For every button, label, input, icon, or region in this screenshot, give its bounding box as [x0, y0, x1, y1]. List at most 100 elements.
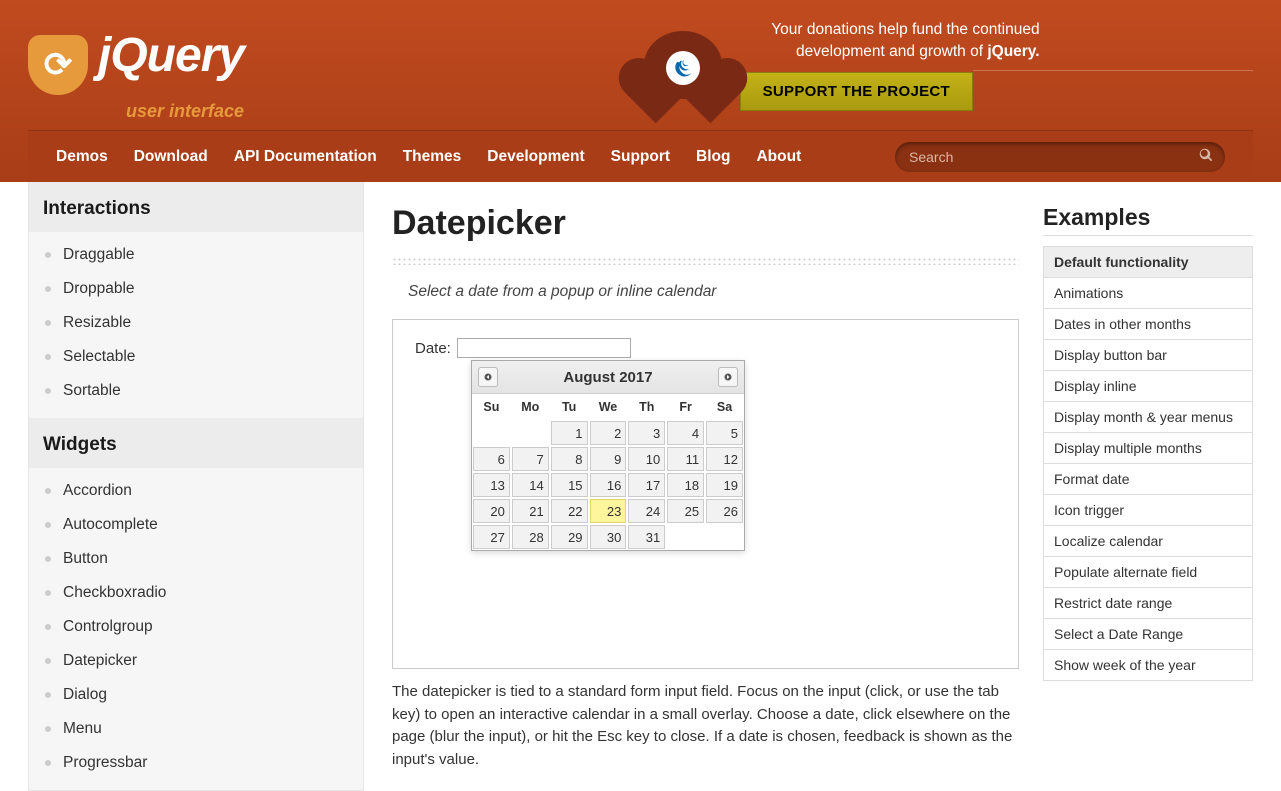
day-empty — [473, 421, 510, 445]
day-16[interactable]: 16 — [590, 473, 627, 497]
example-populate-alternate-field[interactable]: Populate alternate field — [1044, 557, 1252, 588]
day-12[interactable]: 12 — [706, 447, 743, 471]
example-display-inline[interactable]: Display inline — [1044, 371, 1252, 402]
day-18[interactable]: 18 — [667, 473, 704, 497]
day-22[interactable]: 22 — [551, 499, 588, 523]
day-23[interactable]: 23 — [590, 499, 627, 523]
sidebar-item-checkboxradio[interactable]: Checkboxradio — [29, 576, 363, 610]
datepicker-popup: August 2017 SuMoTuWeThFrSa 1234567891011… — [471, 360, 745, 551]
sidebar-item-droppable[interactable]: Droppable — [29, 272, 363, 306]
example-animations[interactable]: Animations — [1044, 278, 1252, 309]
day-11[interactable]: 11 — [667, 447, 704, 471]
nav-demos[interactable]: Demos — [56, 148, 108, 166]
sidebar-item-dialog[interactable]: Dialog — [29, 678, 363, 712]
sidebar-group-interactions: Interactions — [29, 182, 363, 232]
day-empty — [667, 525, 704, 549]
donation-text: Your donations help fund the continued d… — [740, 19, 1040, 62]
day-27[interactable]: 27 — [473, 525, 510, 549]
weekday-fr: Fr — [666, 394, 705, 420]
search-input[interactable] — [895, 142, 1225, 172]
example-format-date[interactable]: Format date — [1044, 464, 1252, 495]
example-icon-trigger[interactable]: Icon trigger — [1044, 495, 1252, 526]
day-1[interactable]: 1 — [551, 421, 588, 445]
weekday-th: Th — [627, 394, 666, 420]
example-restrict-date-range[interactable]: Restrict date range — [1044, 588, 1252, 619]
day-2[interactable]: 2 — [590, 421, 627, 445]
day-empty — [706, 525, 743, 549]
sidebar-item-sortable[interactable]: Sortable — [29, 374, 363, 408]
jquery-icon — [672, 57, 694, 79]
day-25[interactable]: 25 — [667, 499, 704, 523]
datepicker-title: August 2017 — [563, 369, 652, 386]
weekday-mo: Mo — [511, 394, 550, 420]
day-5[interactable]: 5 — [706, 421, 743, 445]
sidebar-item-autocomplete[interactable]: Autocomplete — [29, 508, 363, 542]
day-31[interactable]: 31 — [628, 525, 665, 549]
example-select-a-date-range[interactable]: Select a Date Range — [1044, 619, 1252, 650]
nav-support[interactable]: Support — [611, 148, 670, 166]
divider — [392, 257, 1019, 265]
day-14[interactable]: 14 — [512, 473, 549, 497]
sidebar-item-draggable[interactable]: Draggable — [29, 238, 363, 272]
day-20[interactable]: 20 — [473, 499, 510, 523]
date-input[interactable] — [457, 338, 631, 358]
date-label: Date: — [415, 340, 451, 357]
jquery-ui-logo[interactable]: ⟳ jQuery user interface — [28, 10, 244, 120]
prev-month-button[interactable] — [478, 367, 498, 387]
day-7[interactable]: 7 — [512, 447, 549, 471]
demo-frame: Date: August 2017 SuMoTuWeThFrSa — [392, 319, 1019, 669]
logo-sub-text: user interface — [98, 102, 244, 120]
sidebar: InteractionsDraggableDroppableResizableS… — [28, 182, 364, 791]
sidebar-item-resizable[interactable]: Resizable — [29, 306, 363, 340]
day-21[interactable]: 21 — [512, 499, 549, 523]
day-empty — [512, 421, 549, 445]
day-4[interactable]: 4 — [667, 421, 704, 445]
page-title: Datepicker — [392, 204, 1019, 243]
nav-download[interactable]: Download — [134, 148, 208, 166]
day-3[interactable]: 3 — [628, 421, 665, 445]
weekday-su: Su — [472, 394, 511, 420]
example-display-button-bar[interactable]: Display button bar — [1044, 340, 1252, 371]
weekday-sa: Sa — [705, 394, 744, 420]
day-9[interactable]: 9 — [590, 447, 627, 471]
description-text: The datepicker is tied to a standard for… — [392, 681, 1019, 771]
day-19[interactable]: 19 — [706, 473, 743, 497]
sidebar-group-widgets: Widgets — [29, 418, 363, 468]
day-24[interactable]: 24 — [628, 499, 665, 523]
sidebar-item-datepicker[interactable]: Datepicker — [29, 644, 363, 678]
logo-main-text: jQuery — [98, 10, 244, 100]
day-6[interactable]: 6 — [473, 447, 510, 471]
nav-development[interactable]: Development — [487, 148, 584, 166]
nav-themes[interactable]: Themes — [403, 148, 462, 166]
day-29[interactable]: 29 — [551, 525, 588, 549]
day-8[interactable]: 8 — [551, 447, 588, 471]
subtitle: Select a date from a popup or inline cal… — [408, 283, 1019, 301]
day-10[interactable]: 10 — [628, 447, 665, 471]
search-icon[interactable] — [1199, 148, 1213, 166]
day-13[interactable]: 13 — [473, 473, 510, 497]
next-month-button[interactable] — [718, 367, 738, 387]
day-28[interactable]: 28 — [512, 525, 549, 549]
sidebar-item-accordion[interactable]: Accordion — [29, 474, 363, 508]
example-display-multiple-months[interactable]: Display multiple months — [1044, 433, 1252, 464]
example-show-week-of-the-year[interactable]: Show week of the year — [1044, 650, 1252, 680]
sidebar-item-controlgroup[interactable]: Controlgroup — [29, 610, 363, 644]
example-display-month-year-menus[interactable]: Display month & year menus — [1044, 402, 1252, 433]
example-localize-calendar[interactable]: Localize calendar — [1044, 526, 1252, 557]
heart-icon — [644, 31, 722, 99]
sidebar-item-selectable[interactable]: Selectable — [29, 340, 363, 374]
sidebar-item-button[interactable]: Button — [29, 542, 363, 576]
sidebar-item-progressbar[interactable]: Progressbar — [29, 746, 363, 780]
day-30[interactable]: 30 — [590, 525, 627, 549]
support-project-button[interactable]: SUPPORT THE PROJECT — [740, 72, 973, 111]
day-17[interactable]: 17 — [628, 473, 665, 497]
nav-about[interactable]: About — [756, 148, 801, 166]
sidebar-item-menu[interactable]: Menu — [29, 712, 363, 746]
example-dates-in-other-months[interactable]: Dates in other months — [1044, 309, 1252, 340]
weekday-tu: Tu — [550, 394, 589, 420]
example-default-functionality[interactable]: Default functionality — [1044, 247, 1252, 278]
day-15[interactable]: 15 — [551, 473, 588, 497]
day-26[interactable]: 26 — [706, 499, 743, 523]
nav-blog[interactable]: Blog — [696, 148, 730, 166]
nav-api-documentation[interactable]: API Documentation — [234, 148, 377, 166]
